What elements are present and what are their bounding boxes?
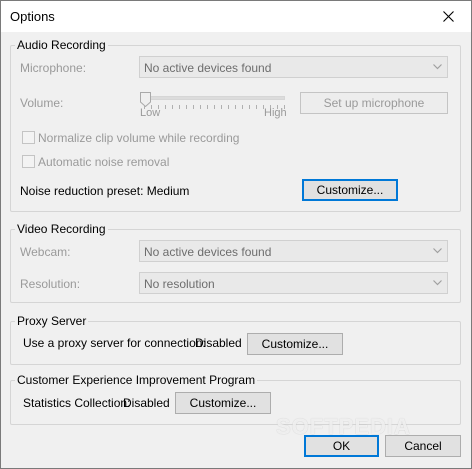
- ok-label: OK: [332, 439, 351, 453]
- cancel-label: Cancel: [404, 439, 442, 453]
- window-title: Options: [10, 9, 55, 24]
- webcam-select[interactable]: No active devices found: [139, 240, 448, 262]
- ceip-title: Customer Experience Improvement Program: [15, 373, 258, 387]
- volume-high-label: High: [264, 107, 287, 119]
- microphone-select[interactable]: No active devices found: [139, 56, 448, 78]
- chevron-down-icon: [433, 248, 442, 254]
- noise-preset-label: Noise reduction preset: Medium: [20, 184, 190, 198]
- proxy-label: Use a proxy server for connection:: [23, 336, 206, 350]
- volume-slider-track: [144, 96, 285, 100]
- proxy-customize-button[interactable]: Customize...: [247, 333, 343, 355]
- setup-microphone-button[interactable]: Set up microphone: [300, 92, 448, 114]
- ok-button[interactable]: OK: [304, 435, 379, 457]
- microphone-value: No active devices found: [144, 61, 272, 75]
- title-bar: Options: [1, 1, 471, 32]
- chevron-down-icon: [433, 280, 442, 286]
- noise-removal-label: Automatic noise removal: [38, 155, 170, 169]
- audio-customize-button[interactable]: Customize...: [302, 179, 398, 201]
- normalize-label: Normalize clip volume while recording: [38, 131, 240, 145]
- proxy-server-title: Proxy Server: [15, 314, 89, 328]
- ceip-customize-button[interactable]: Customize...: [175, 392, 271, 414]
- volume-label: Volume:: [20, 96, 64, 110]
- resolution-select[interactable]: No resolution: [139, 272, 448, 294]
- webcam-label: Webcam:: [20, 245, 71, 259]
- audio-recording-title: Audio Recording: [15, 38, 108, 52]
- cancel-button[interactable]: Cancel: [385, 435, 461, 457]
- chevron-down-icon: [433, 64, 442, 70]
- statistics-label: Statistics Collection:: [23, 396, 131, 410]
- webcam-value: No active devices found: [144, 245, 272, 259]
- setup-microphone-label: Set up microphone: [323, 96, 425, 110]
- proxy-customize-label: Customize...: [261, 337, 329, 351]
- volume-low-label: Low: [140, 107, 161, 119]
- options-dialog: Options Audio Recording Microphone: No a…: [0, 0, 472, 469]
- microphone-label: Microphone:: [20, 61, 87, 75]
- proxy-status: Disabled: [195, 336, 242, 350]
- normalize-checkbox[interactable]: [22, 131, 35, 144]
- ceip-customize-label: Customize...: [189, 396, 257, 410]
- audio-customize-label: Customize...: [316, 183, 384, 197]
- noise-removal-checkbox[interactable]: [22, 155, 35, 168]
- close-button[interactable]: [426, 1, 471, 32]
- resolution-label: Resolution:: [20, 277, 81, 291]
- video-recording-title: Video Recording: [15, 222, 108, 236]
- resolution-value: No resolution: [144, 277, 215, 291]
- statistics-status: Disabled: [123, 396, 170, 410]
- close-icon: [443, 11, 454, 22]
